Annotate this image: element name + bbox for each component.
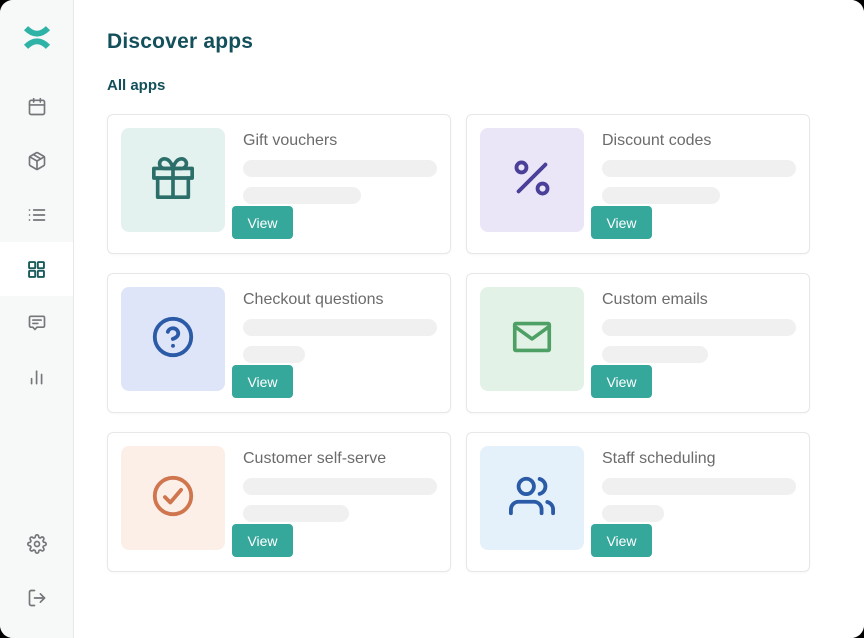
card-body: Customer self-serve View xyxy=(232,446,437,558)
app-window: Discover apps All apps xyxy=(0,0,864,638)
view-button[interactable]: View xyxy=(591,365,652,398)
package-icon xyxy=(27,151,47,171)
card-body: Gift vouchers View xyxy=(232,128,437,240)
sidebar-footer xyxy=(0,517,73,625)
skeleton-bar xyxy=(602,319,796,336)
calendar-icon xyxy=(27,97,47,117)
view-button[interactable]: View xyxy=(232,524,293,557)
app-card-custom-emails: Custom emails View xyxy=(466,273,810,413)
sidebar-item-apps[interactable] xyxy=(0,242,73,296)
card-body: Discount codes View xyxy=(591,128,796,240)
app-card-customer-self-serve: Customer self-serve View xyxy=(107,432,451,572)
skeleton-bar xyxy=(243,478,437,495)
app-card-discount-codes: Discount codes View xyxy=(466,114,810,254)
skeleton-bar xyxy=(602,160,796,177)
sidebar-nav xyxy=(0,80,73,404)
section-label: All apps xyxy=(107,77,864,94)
skeleton-bar xyxy=(602,478,796,495)
skeleton-bar xyxy=(243,505,349,522)
brand-logo-icon xyxy=(22,24,52,56)
app-tile xyxy=(121,446,225,550)
view-button[interactable]: View xyxy=(591,206,652,239)
view-button[interactable]: View xyxy=(591,524,652,557)
app-card-checkout-questions: Checkout questions View xyxy=(107,273,451,413)
sidebar-item-messages[interactable] xyxy=(0,296,73,350)
check-circle-icon xyxy=(150,473,196,524)
card-body: Staff scheduling View xyxy=(591,446,796,558)
app-card-title: Staff scheduling xyxy=(591,450,796,468)
skeleton-bar xyxy=(602,187,720,204)
app-tile xyxy=(121,128,225,232)
mail-icon xyxy=(509,314,555,365)
list-icon xyxy=(27,205,47,225)
skeleton-bar xyxy=(602,346,708,363)
logout-icon xyxy=(27,588,47,608)
view-button[interactable]: View xyxy=(232,365,293,398)
sidebar-item-settings[interactable] xyxy=(0,517,73,571)
app-tile xyxy=(480,287,584,391)
app-card-title: Custom emails xyxy=(591,291,796,309)
app-card-title: Customer self-serve xyxy=(232,450,437,468)
brand-logo[interactable] xyxy=(0,0,73,80)
card-body: Checkout questions View xyxy=(232,287,437,399)
skeleton-bar xyxy=(243,187,361,204)
skeleton-bar xyxy=(243,160,437,177)
sidebar-item-logout[interactable] xyxy=(0,571,73,625)
app-card-title: Gift vouchers xyxy=(232,132,437,150)
app-tile xyxy=(480,128,584,232)
sidebar xyxy=(0,0,74,638)
app-tile xyxy=(480,446,584,550)
gear-icon xyxy=(27,534,47,554)
app-card-gift-vouchers: Gift vouchers View xyxy=(107,114,451,254)
sidebar-item-reports[interactable] xyxy=(0,350,73,404)
gift-icon xyxy=(150,155,196,206)
main-content: Discover apps All apps xyxy=(74,0,864,638)
app-card-title: Discount codes xyxy=(591,132,796,150)
page-title: Discover apps xyxy=(107,30,864,54)
card-body: Custom emails View xyxy=(591,287,796,399)
apps-grid: Gift vouchers View xyxy=(107,114,864,572)
sidebar-item-calendar[interactable] xyxy=(0,80,73,134)
sidebar-spacer xyxy=(0,404,73,517)
bar-chart-icon xyxy=(27,367,47,387)
app-tile xyxy=(121,287,225,391)
users-icon xyxy=(509,473,555,524)
app-card-title: Checkout questions xyxy=(232,291,437,309)
chat-icon xyxy=(27,313,47,333)
view-button[interactable]: View xyxy=(232,206,293,239)
sidebar-item-lists[interactable] xyxy=(0,188,73,242)
app-card-staff-scheduling: Staff scheduling View xyxy=(466,432,810,572)
skeleton-bar xyxy=(243,319,437,336)
skeleton-bar xyxy=(243,346,305,363)
percent-icon xyxy=(509,155,555,206)
sidebar-item-products[interactable] xyxy=(0,134,73,188)
skeleton-bar xyxy=(602,505,664,522)
question-circle-icon xyxy=(150,314,196,365)
grid-icon xyxy=(26,259,47,280)
